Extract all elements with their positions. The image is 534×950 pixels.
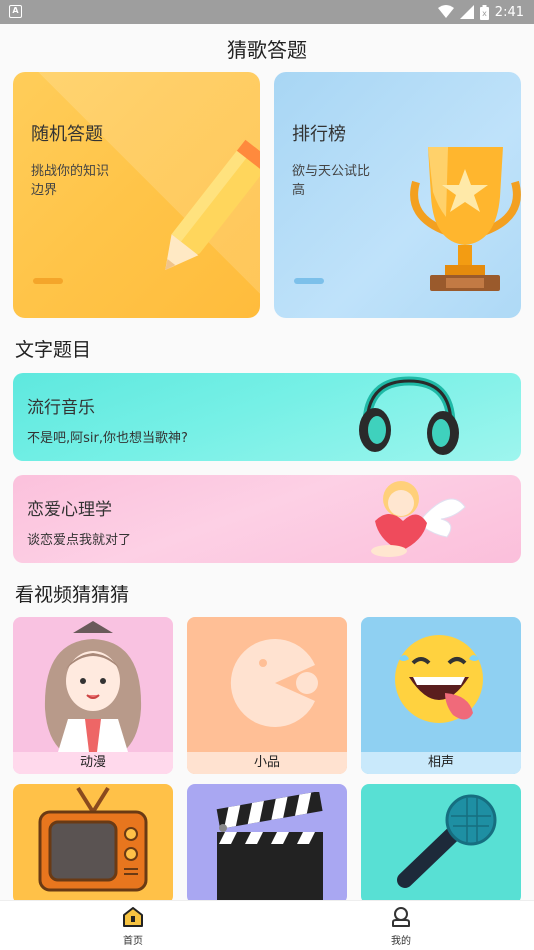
- wifi-icon: [437, 5, 454, 18]
- tile-movie[interactable]: [187, 784, 347, 904]
- card-accent-bar: [294, 278, 324, 284]
- pop-music-banner[interactable]: 流行音乐 不是吧,阿sir,你也想当歌神?: [13, 373, 521, 461]
- tile-sketch[interactable]: 小品: [187, 617, 347, 774]
- love-psychology-banner[interactable]: 恋爱心理学 谈恋爱点我就对了: [13, 475, 521, 563]
- laughing-emoji-icon: [395, 635, 483, 723]
- video-section-title: 看视频猜猜猜: [15, 580, 130, 607]
- status-icons: x 2:41: [437, 3, 524, 21]
- banner-desc: 不是吧,阿sir,你也想当歌神?: [27, 431, 188, 446]
- card-title: 排行榜: [292, 124, 346, 145]
- status-bar: A x 2:41: [0, 0, 534, 24]
- tile-label: 动漫: [13, 752, 173, 774]
- card-desc: 挑战你的知识边界: [31, 164, 110, 198]
- cupid-icon: [371, 481, 466, 557]
- bottom-navigation: 首页 我的: [0, 900, 534, 950]
- section-title-text: 文字题目: [15, 339, 92, 361]
- app-screen: 猜歌答题 随机答题 挑战你的知识边界 排行榜 欲与天公试比高 文字题目 流行音乐…: [0, 24, 534, 950]
- clapperboard-icon: [216, 792, 323, 902]
- nav-home[interactable]: 首页: [103, 907, 163, 947]
- microphone-icon: [397, 794, 497, 888]
- headphones-icon: [359, 376, 459, 455]
- tile-crosstalk[interactable]: 相声: [361, 617, 521, 774]
- tile-anime[interactable]: 动漫: [13, 617, 173, 774]
- text-section-title: 文字题目: [15, 335, 92, 362]
- page-title: 猜歌答题: [227, 38, 307, 62]
- home-icon: [123, 907, 143, 927]
- tile-microphone[interactable]: [361, 784, 521, 904]
- signal-icon: [459, 5, 474, 19]
- profile-icon: [392, 907, 410, 927]
- tv-icon: [38, 786, 148, 892]
- svg-text:x: x: [482, 9, 487, 18]
- banner-title: 恋爱心理学: [27, 500, 112, 520]
- tile-label: 相声: [361, 752, 521, 774]
- leaderboard-card[interactable]: 排行榜 欲与天公试比高: [274, 72, 521, 318]
- card-accent-bar: [33, 278, 63, 284]
- nav-label: 我的: [391, 936, 411, 947]
- card-title: 随机答题: [31, 124, 103, 145]
- nav-profile[interactable]: 我的: [371, 907, 431, 947]
- tile-label: 小品: [187, 752, 347, 774]
- trophy-icon: [410, 147, 521, 291]
- section-title-text: 看视频猜猜猜: [15, 584, 130, 606]
- app-notification-icon: A: [9, 5, 22, 18]
- tile-tv[interactable]: [13, 784, 173, 904]
- anime-girl-icon: [44, 621, 142, 752]
- banner-title: 流行音乐: [27, 398, 95, 418]
- clock: 2:41: [494, 4, 524, 20]
- battery-icon: x: [479, 4, 489, 20]
- random-quiz-card[interactable]: 随机答题 挑战你的知识边界: [13, 72, 260, 318]
- card-desc: 欲与天公试比高: [292, 164, 371, 198]
- pacman-icon: [230, 639, 318, 727]
- pencil-icon: [165, 139, 260, 270]
- banner-desc: 谈恋爱点我就对了: [27, 533, 132, 548]
- nav-label: 首页: [123, 936, 143, 947]
